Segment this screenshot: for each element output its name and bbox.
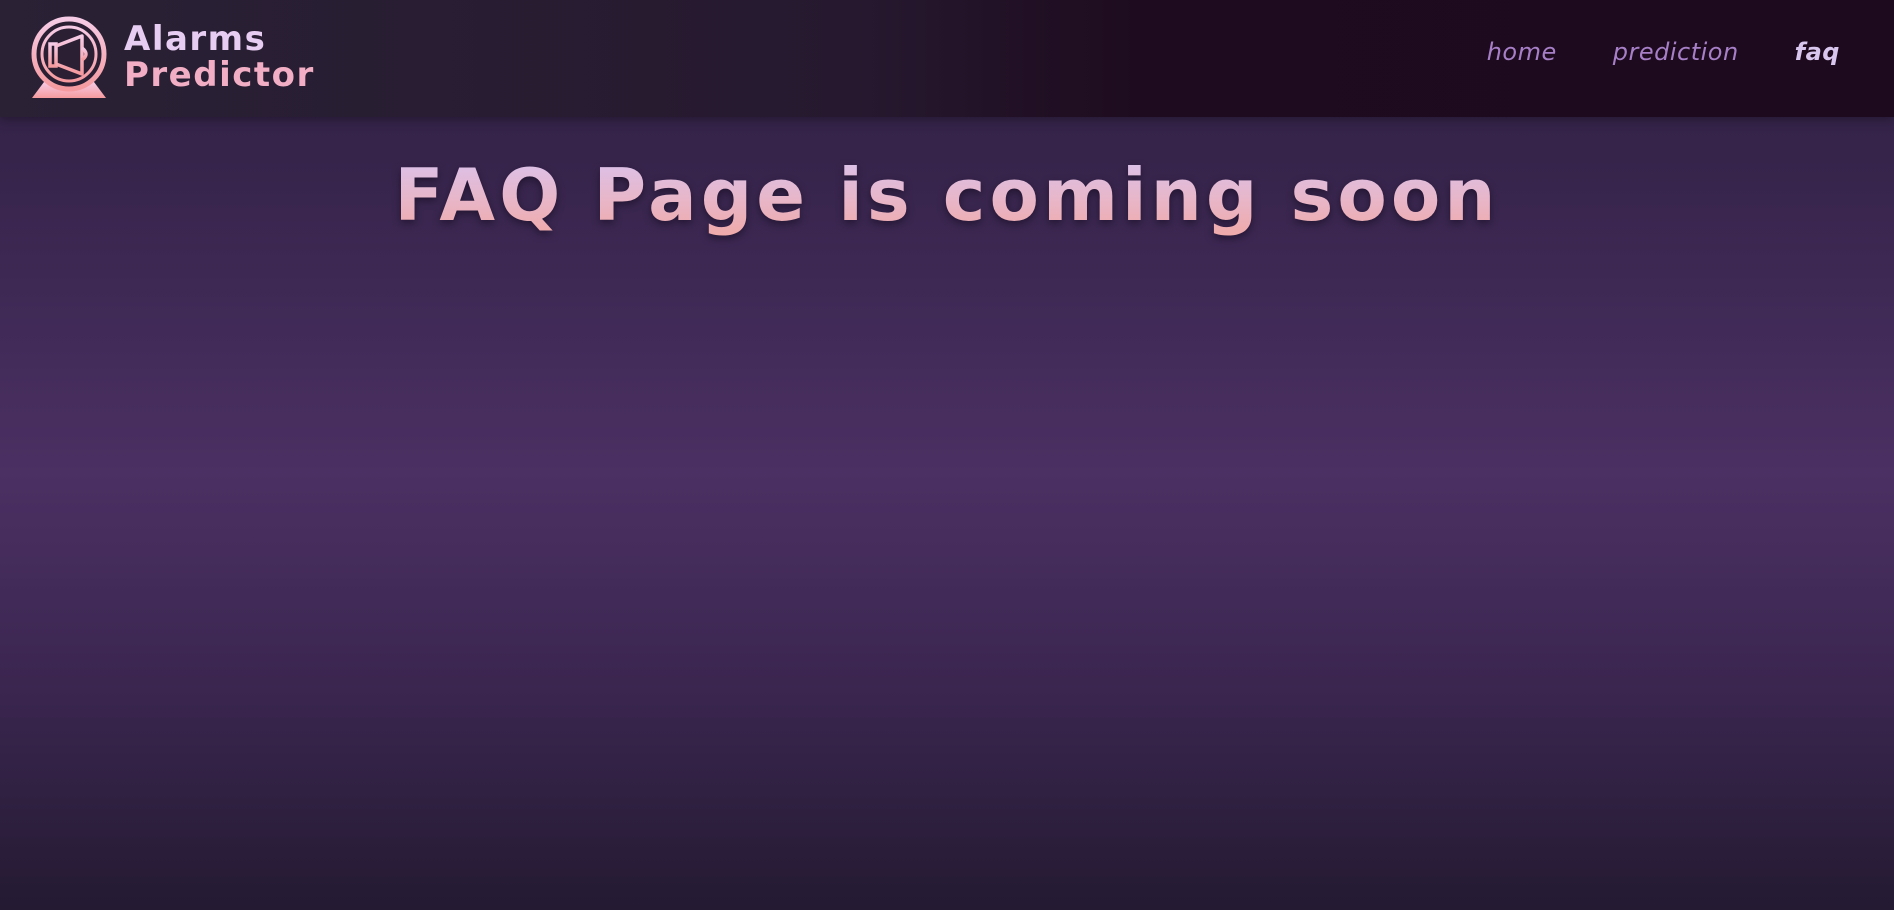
main-nav: home prediction faq <box>1431 38 1840 66</box>
logo-link[interactable]: Alarms Predictor <box>28 16 315 100</box>
logo-title-line2: Predictor <box>124 55 315 95</box>
nav-link-faq[interactable]: faq <box>1795 38 1840 66</box>
logo-text: Alarms Predictor <box>124 19 315 95</box>
nav-link-prediction[interactable]: prediction <box>1613 38 1739 66</box>
megaphone-icon <box>31 16 107 98</box>
page-headline: FAQ Page is coming soon <box>0 150 1894 240</box>
nav-link-home[interactable]: home <box>1487 38 1557 66</box>
site-header: Alarms Predictor home prediction faq <box>0 0 1894 117</box>
logo-title-line1: Alarms <box>124 19 267 59</box>
